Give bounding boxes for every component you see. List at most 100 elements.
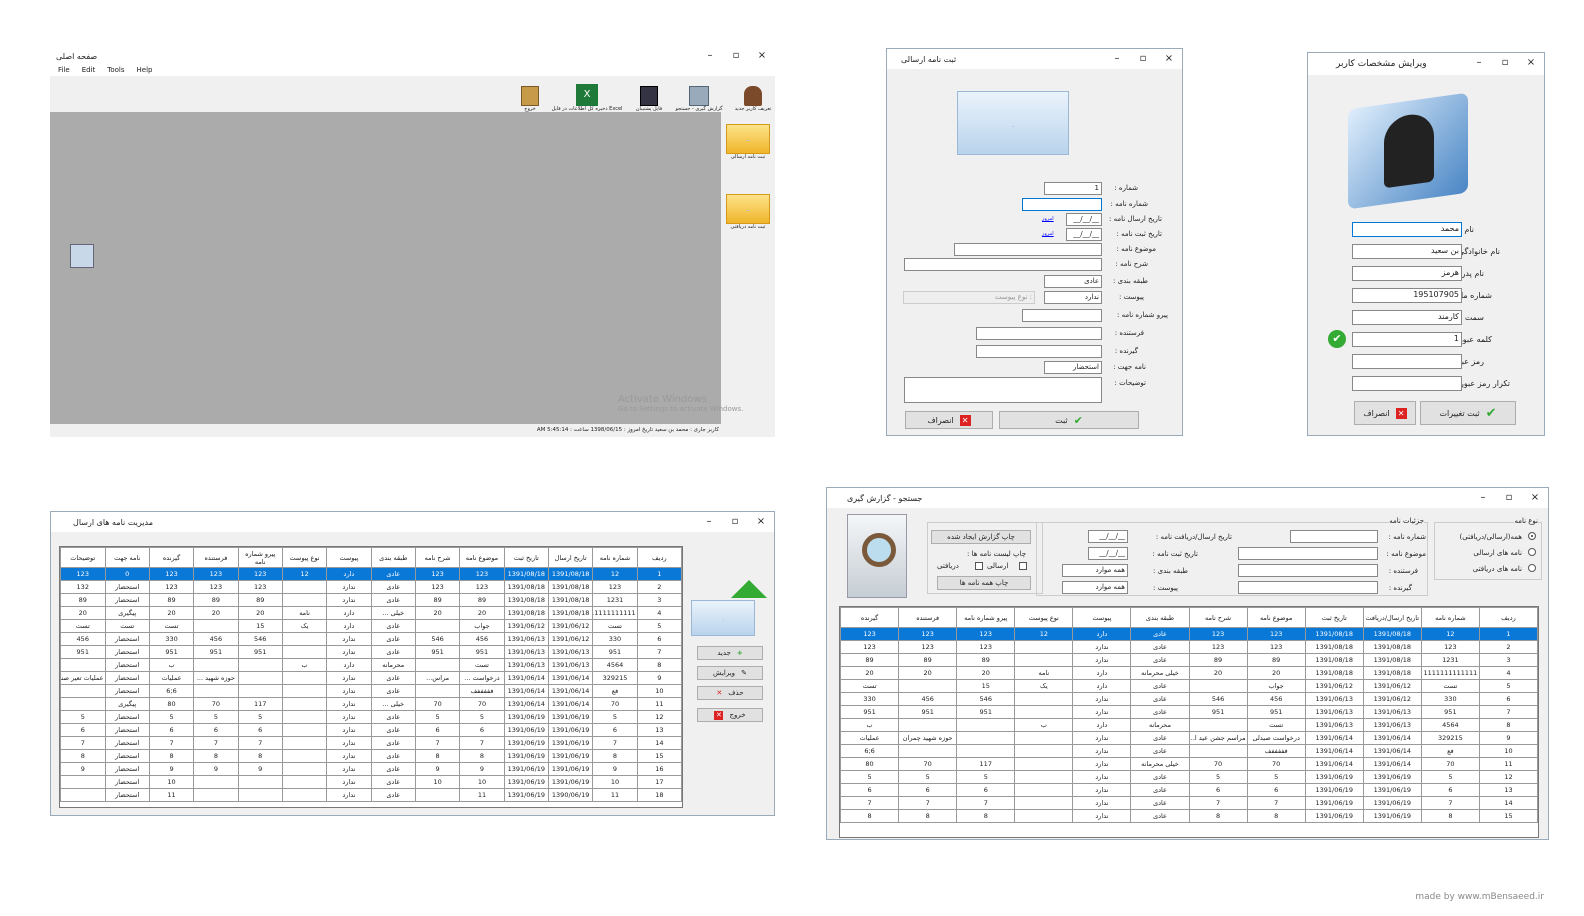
table-row[interactable]: 17 10 1391/06/19 1391/06/19 10 10 عادی ندارد 10 ا… — [60, 775, 682, 789]
table-row[interactable]: 14 7 1391/06/19 1391/06/19 7 7 عادی ندارد 7 7 7 — [840, 796, 1538, 810]
close-icon[interactable]: × — [1156, 49, 1182, 69]
search-send-date-field[interactable]: __/__/__ — [1088, 530, 1128, 543]
column-header[interactable]: ردیف — [1478, 607, 1538, 628]
table-row[interactable]: 9 329215 1391/06/14 1391/06/14 درخواست ... مر… — [60, 671, 682, 685]
radio-received[interactable] — [1528, 564, 1536, 572]
maximize-icon[interactable]: ▫ — [723, 46, 749, 66]
table-row[interactable]: 411111111111111391/08/181391/08/182020خی… — [60, 606, 682, 620]
table-row[interactable]: 11 70 1391/06/14 1391/06/14 70 70 خیلی محرمانه… — [840, 757, 1538, 771]
search-number-field[interactable] — [1290, 530, 1378, 543]
column-header[interactable]: پیوست — [1072, 607, 1132, 628]
sender-field[interactable] — [976, 327, 1102, 340]
column-header[interactable]: نوع پیوست — [1014, 607, 1074, 628]
close-icon[interactable]: × — [749, 46, 775, 66]
search-register-date-field[interactable]: __/__/__ — [1088, 547, 1128, 560]
column-header[interactable]: طبقه بندی — [1130, 607, 1190, 628]
maximize-icon[interactable]: ▫ — [1496, 488, 1522, 508]
subject-field[interactable] — [954, 243, 1102, 256]
menu-edit[interactable]: Edit — [82, 66, 96, 76]
position-select[interactable]: کارمند — [1352, 310, 1462, 325]
column-header[interactable]: پیوست — [326, 547, 372, 568]
table-row[interactable]: 411111111111111391/08/181391/08/182020خی… — [840, 666, 1538, 680]
close-icon[interactable]: × — [1522, 488, 1548, 508]
register-date-field[interactable]: __/__/__ — [1066, 228, 1102, 241]
table-row[interactable]: 1 12 1391/08/18 1391/08/18 123 123 عادی دارد 12 1… — [840, 627, 1538, 641]
table-row[interactable]: 3 1231 1391/08/18 1391/08/18 89 89 عادی ندارد 89… — [60, 593, 682, 607]
column-header[interactable]: تاریخ ارسال — [547, 547, 594, 568]
column-header[interactable]: نوع پیوست — [281, 547, 328, 568]
submit-button[interactable]: ثبت ✔ — [999, 411, 1139, 429]
column-header[interactable]: پیرو شماره نامه — [237, 547, 283, 568]
sent-checkbox[interactable] — [1019, 562, 1027, 570]
table-row[interactable]: 13 6 1391/06/19 1391/06/19 6 6 عادی ندارد 6 6 6 است… — [60, 723, 682, 737]
column-header[interactable]: شماره نامه — [1420, 607, 1480, 628]
received-checkbox[interactable] — [975, 562, 983, 570]
column-header[interactable]: موضوع نامه — [1246, 607, 1306, 628]
attachment-type-field[interactable]: نوع پیوست : — [903, 291, 1035, 304]
table-row[interactable]: 12 5 1391/06/19 1391/06/19 5 5 عادی ندارد 5 5 5 — [840, 770, 1538, 784]
toolbar-new-user[interactable]: تعریف کاربر جدید — [731, 86, 775, 112]
side-send-letter[interactable]: ثبت نامه ارسالی — [723, 124, 773, 160]
classification-select[interactable]: عادی — [1044, 275, 1102, 288]
table-row[interactable]: 3 1231 1391/08/18 1391/08/18 89 89 عادی ندارد 89… — [840, 653, 1538, 667]
minimize-icon[interactable]: – — [1470, 488, 1496, 508]
menu-tools[interactable]: Tools — [107, 66, 124, 76]
table-row[interactable]: 2 123 1391/08/18 1391/08/18 123 123 عادی ندارد 1… — [840, 640, 1538, 654]
table-row[interactable]: 12 5 1391/06/19 1391/06/19 5 5 عادی ندارد 5 5 5 است… — [60, 710, 682, 724]
table-row[interactable]: 15 8 1391/06/19 1391/06/19 8 8 عادی ندارد 8 8 8 — [840, 809, 1538, 823]
column-header[interactable]: شرح نامه — [1188, 607, 1248, 628]
toolbar-exit[interactable]: خروج — [517, 86, 543, 112]
table-row[interactable]: 8 4564 1391/06/13 1391/06/13 تست محرمانه دارد ب… — [60, 658, 682, 672]
edit-button[interactable]: ویرایش ✎ — [697, 666, 763, 680]
column-header[interactable]: موضوع نامه — [459, 547, 505, 568]
column-header[interactable]: ردیف — [636, 547, 682, 568]
column-header[interactable]: شماره نامه — [592, 547, 638, 568]
maximize-icon[interactable]: ▫ — [722, 512, 748, 532]
column-header[interactable]: طبقه بندی — [370, 547, 416, 568]
cancel-button[interactable]: انصراف ✕ — [905, 411, 993, 429]
receiver-field[interactable] — [976, 345, 1102, 358]
table-row[interactable]: 7 951 1391/06/13 1391/06/13 951 951 عادی ندارد 9… — [840, 705, 1538, 719]
table-row[interactable]: 15 8 1391/06/19 1391/06/19 8 8 عادی ندارد 8 8 8 است… — [60, 749, 682, 763]
toolbar-report[interactable]: گزارش گیری - جستجو — [671, 86, 727, 112]
search-receiver-field[interactable] — [1238, 581, 1378, 594]
search-sender-field[interactable] — [1238, 564, 1378, 577]
table-row[interactable]: 6 330 1391/06/12 1391/06/13 456 546 عادی ندارد 5… — [840, 692, 1538, 706]
column-header[interactable]: پیرو شماره نامه — [956, 607, 1016, 628]
table-row[interactable]: 14 7 1391/06/19 1391/06/19 7 7 عادی ندارد 7 7 7 است… — [60, 736, 682, 750]
column-header[interactable]: توضیحات — [60, 547, 106, 568]
radio-all[interactable] — [1528, 532, 1536, 540]
print-all-button[interactable]: چاپ همه نامه ها — [937, 576, 1031, 590]
table-row[interactable]: 10 فع 1391/06/14 1391/06/14 فففففف عادی ندارد 6… — [840, 744, 1538, 758]
maximize-icon[interactable]: ▫ — [1130, 49, 1156, 69]
side-receive-letter[interactable]: ثبت نامه دریافتی — [723, 194, 773, 230]
follow-field[interactable] — [1022, 309, 1102, 322]
close-icon[interactable]: × — [1518, 53, 1544, 73]
table-row[interactable]: 11 70 1391/06/14 1391/06/14 70 70 خیلی ... ندار… — [60, 697, 682, 711]
last-name-field[interactable]: بن سعید — [1352, 244, 1462, 259]
description-field[interactable] — [904, 258, 1102, 271]
restore-icon[interactable] — [70, 244, 94, 268]
save-changes-button[interactable]: ثبت تغییرات ✔ — [1420, 401, 1516, 425]
search-subject-field[interactable] — [1238, 547, 1378, 560]
toolbar-backup[interactable]: فایل پشتیبان — [631, 86, 667, 112]
column-header[interactable]: گیرنده — [148, 547, 195, 568]
first-name-field[interactable]: محمد — [1352, 222, 1462, 237]
menu-help[interactable]: Help — [137, 66, 153, 76]
cancel-button[interactable]: انصراف ✕ — [1354, 401, 1416, 425]
father-name-field[interactable]: هرمز — [1352, 266, 1462, 281]
table-row[interactable]: 9 329215 1391/06/14 1391/06/14 درخواست صیدلی… — [840, 731, 1538, 745]
table-row[interactable]: 6 330 1391/06/12 1391/06/13 456 546 عادی ندارد 5… — [60, 632, 682, 646]
table-row[interactable]: 18 11 1390/06/19 1391/06/19 11 عادی ندارد 11 است… — [60, 788, 682, 802]
table-row[interactable]: 5 تست 1391/06/12 1391/06/12 جواب عادی دارد یک 15… — [60, 619, 682, 633]
search-results-grid[interactable]: ردیف شماره نامه تاریخ ارسال/دریافت تاریخ ثب… — [839, 606, 1539, 838]
print-report-button[interactable]: چاپ گزارش ایجاد شده — [931, 530, 1031, 544]
table-row[interactable]: 10 فع 1391/06/14 1391/06/14 فففففف عادی ندارد 6… — [60, 684, 682, 698]
minimize-icon[interactable]: – — [1104, 49, 1130, 69]
letters-grid[interactable]: ردیف شماره نامه تاریخ ارسال تاریخ ثبت موضوع … — [59, 546, 683, 808]
table-row[interactable]: 8 4564 1391/06/13 1391/06/13 تست محرمانه دارد ب… — [840, 718, 1538, 732]
column-header[interactable]: نامه جهت — [104, 547, 150, 568]
maximize-icon[interactable]: ▫ — [1492, 53, 1518, 73]
search-class-select[interactable]: همه موارد — [1062, 564, 1128, 577]
table-row[interactable]: 5 تست 1391/06/12 1391/06/12 جواب عادی دارد یک 15… — [840, 679, 1538, 693]
